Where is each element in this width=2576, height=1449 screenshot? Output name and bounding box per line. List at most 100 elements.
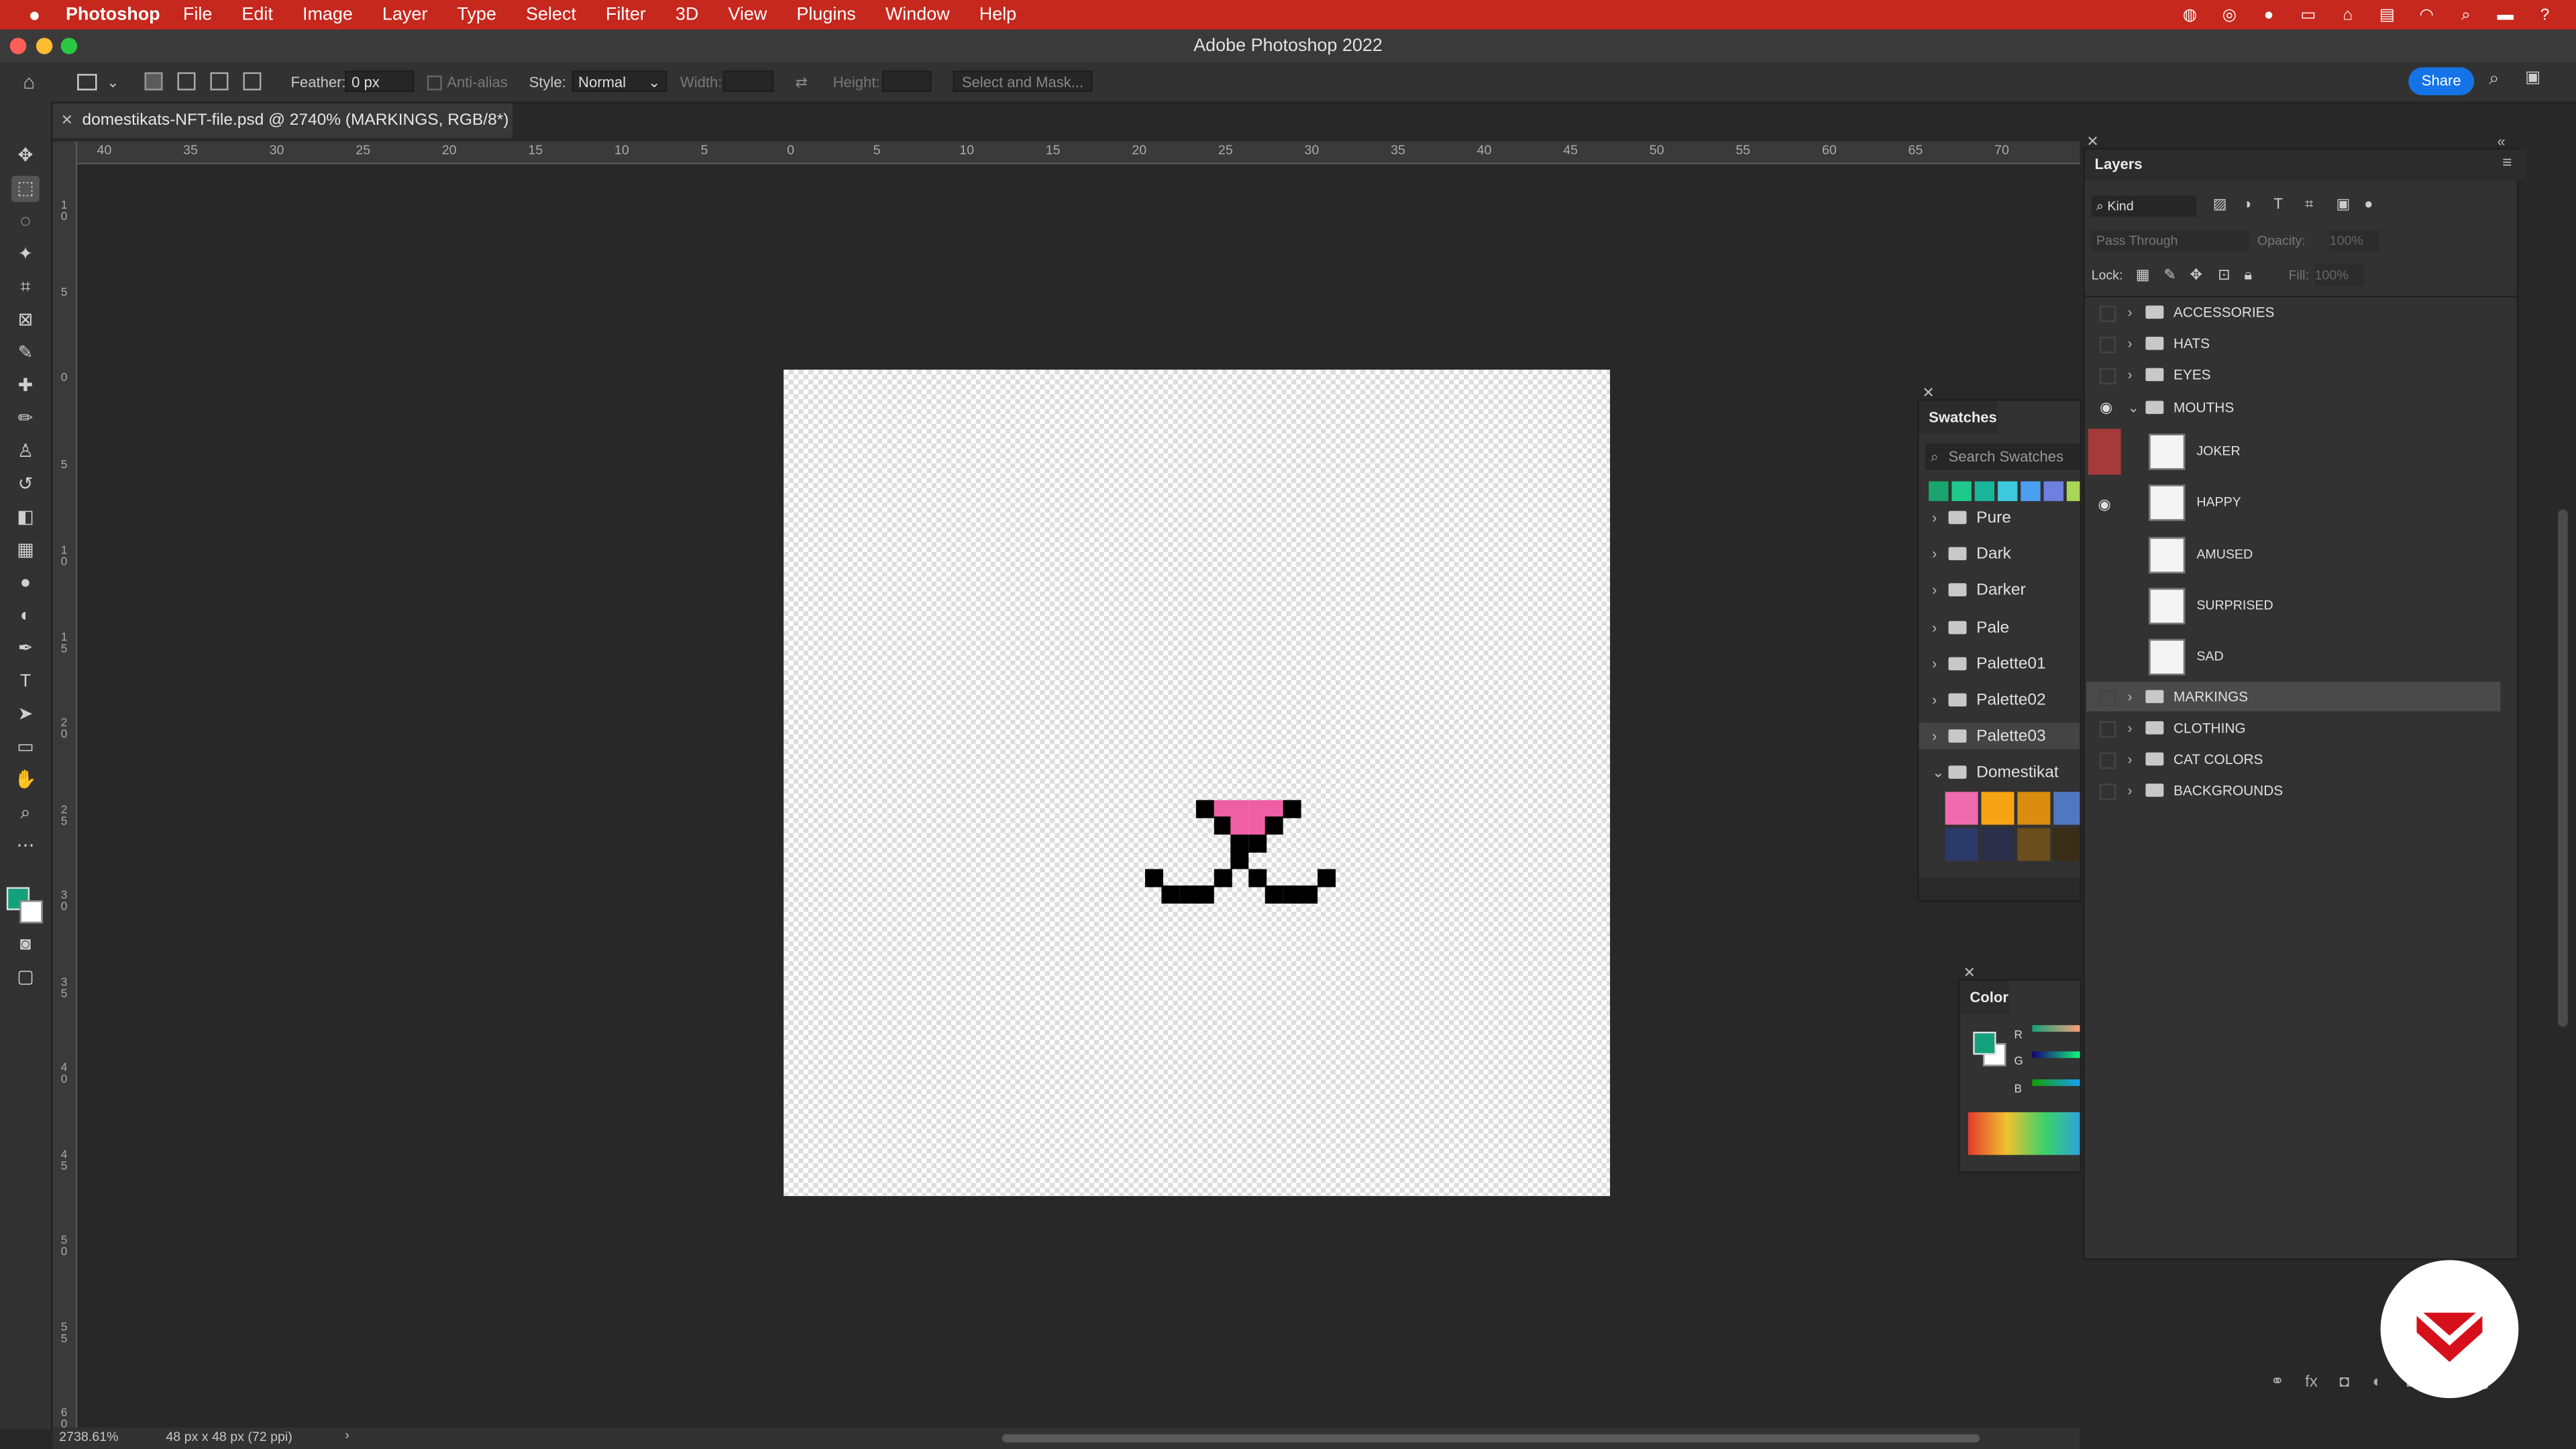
magic-wand-icon[interactable]: ✦ <box>11 241 40 268</box>
lock-position-icon[interactable]: ✥ <box>2190 266 2202 284</box>
eyedropper-icon[interactable]: ✎ <box>11 340 40 366</box>
swatch-group-pale[interactable]: › Pale <box>1932 614 2009 640</box>
menu-file[interactable]: File <box>183 5 212 24</box>
green-slider[interactable] <box>2032 1051 2080 1059</box>
brush-tool-icon[interactable]: ✏ <box>11 406 40 432</box>
add-mask-icon[interactable]: ◘ <box>2339 1373 2349 1391</box>
gradient-tool-icon[interactable]: ▦ <box>11 537 40 564</box>
move-tool-icon[interactable]: ✥ <box>11 143 40 169</box>
menu-filter[interactable]: Filter <box>606 5 646 24</box>
search-icon[interactable]: ⌕ <box>2489 69 2499 91</box>
chevron-icon[interactable]: › <box>2127 329 2132 358</box>
crop-tool-icon[interactable]: ⌗ <box>11 274 40 301</box>
lock-all-icon[interactable]: 🔒︎ <box>2244 266 2252 284</box>
chevron-icon[interactable]: › <box>2127 713 2132 743</box>
quick-mask-icon[interactable]: ◙ <box>11 932 40 958</box>
control-center-icon[interactable]: ▬ <box>2494 6 2517 24</box>
swatch-chip[interactable] <box>2053 792 2080 825</box>
layer-group-markings[interactable]: › MARKINGS <box>2086 681 2501 711</box>
clone-stamp-icon[interactable]: ♙ <box>11 439 40 465</box>
visibility-toggle[interactable] <box>2088 635 2121 681</box>
swatch-chip[interactable] <box>1981 792 2015 825</box>
layer-group-accessories[interactable]: › ACCESSORIES <box>2086 297 2500 327</box>
chevron-icon[interactable]: › <box>2127 776 2132 806</box>
keyboard-icon[interactable]: ▤ <box>2375 6 2398 24</box>
swatch-group-dark[interactable]: › Dark <box>1932 541 2011 567</box>
swatch-chip[interactable] <box>1945 828 1978 861</box>
horizontal-scrollbar[interactable] <box>1002 1434 1980 1443</box>
height-input[interactable] <box>882 70 932 93</box>
layer-surprised[interactable]: SURPRISED <box>2086 582 2500 631</box>
antialias-checkbox[interactable] <box>427 75 442 91</box>
red-slider[interactable] <box>2032 1025 2080 1032</box>
chevron-icon[interactable]: › <box>2127 360 2132 390</box>
lock-transparent-icon[interactable]: ▦ <box>2136 266 2150 284</box>
swatch-chip[interactable] <box>1929 481 1949 501</box>
screen-mode-icon[interactable]: ▢ <box>11 965 40 991</box>
visibility-toggle[interactable] <box>2099 368 2116 386</box>
pen-tool-icon[interactable]: ✒ <box>11 636 40 662</box>
layers-menu-icon[interactable]: ≡ <box>2502 154 2512 172</box>
layer-group-clothing[interactable]: › CLOTHING <box>2086 713 2500 743</box>
smart-object-filter-icon[interactable]: ▣ <box>2336 195 2350 213</box>
layer-amused[interactable]: AMUSED <box>2086 530 2500 579</box>
menu-layer[interactable]: Layer <box>382 5 427 24</box>
menu-type[interactable]: Type <box>457 5 496 24</box>
zoom-window-icon[interactable] <box>60 38 78 54</box>
wifi-icon[interactable]: ◠ <box>2415 6 2438 24</box>
blur-tool-icon[interactable]: ● <box>11 570 40 596</box>
color-title[interactable]: Color <box>1960 981 2008 1014</box>
background-color-swatch[interactable] <box>19 900 43 924</box>
preset-chevron-icon[interactable]: ⌄ <box>107 70 119 93</box>
swatch-group-darker[interactable]: › Darker <box>1932 578 2026 604</box>
swatch-group-palette01[interactable]: › Palette01 <box>1932 650 2046 676</box>
share-button[interactable]: Share <box>2408 67 2475 96</box>
filter-toggle-icon[interactable]: ● <box>2364 195 2373 211</box>
swatches-title[interactable]: Swatches <box>1919 400 1997 434</box>
layer-group-backgrounds[interactable]: › BACKGROUNDS <box>2086 776 2500 806</box>
chevron-icon[interactable]: › <box>2127 682 2132 711</box>
lock-image-icon[interactable]: ✎ <box>2163 266 2176 284</box>
creative-cloud-icon[interactable]: ◍ <box>2178 6 2201 24</box>
swatches-close-icon[interactable]: ✕ <box>1922 384 1934 402</box>
subtract-selection-icon[interactable] <box>210 72 229 91</box>
healing-brush-icon[interactable]: ✚ <box>11 373 40 399</box>
rectangle-tool-icon[interactable]: ▭ <box>11 735 40 761</box>
zoom-level[interactable]: 2738.61% <box>59 1430 118 1444</box>
layers-close-icon[interactable]: ✕ <box>2086 133 2098 151</box>
menu-plugins[interactable]: Plugins <box>796 5 855 24</box>
eraser-tool-icon[interactable]: ◧ <box>11 504 40 531</box>
visibility-toggle[interactable] <box>2099 784 2116 801</box>
close-window-icon[interactable] <box>9 38 27 54</box>
swatch-chip[interactable] <box>2017 792 2051 825</box>
layer-group-hats[interactable]: › HATS <box>2086 329 2500 358</box>
feather-input[interactable]: 0 px <box>345 70 415 93</box>
shape-filter-icon[interactable]: ⌗ <box>2305 195 2313 213</box>
swatch-chip[interactable] <box>2066 481 2080 501</box>
home-app-icon[interactable]: ⌂ <box>2336 6 2359 24</box>
visibility-toggle[interactable] <box>2088 428 2121 475</box>
layer-group-eyes[interactable]: › EYES <box>2086 360 2500 390</box>
rectangular-marquee-icon[interactable]: ⬚ <box>11 176 40 203</box>
fg-color-chip[interactable] <box>1973 1031 1996 1055</box>
swatches-search-input[interactable]: ⌕ Search Swatches <box>1925 443 2080 470</box>
lasso-tool-icon[interactable]: ◌ <box>11 209 40 235</box>
blue-slider[interactable] <box>2032 1079 2080 1086</box>
document-canvas[interactable] <box>784 370 1611 1196</box>
swatch-chip[interactable] <box>1945 792 1978 825</box>
color-close-icon[interactable]: ✕ <box>1964 965 1976 983</box>
panel-scrollbar[interactable] <box>2558 509 2568 1027</box>
swatch-chip[interactable] <box>1951 481 1972 501</box>
link-layers-icon[interactable]: ⚭ <box>2271 1373 2285 1391</box>
swatch-chip[interactable] <box>2021 481 2041 501</box>
swatch-chip[interactable] <box>1974 481 1995 501</box>
visibility-toggle[interactable] <box>2099 753 2116 769</box>
visibility-eye-icon[interactable]: ◉ <box>2096 392 2116 421</box>
chevron-icon[interactable]: › <box>2127 297 2132 327</box>
apple-icon[interactable]: ● <box>23 3 46 26</box>
layer-group-cat-colors[interactable]: › CAT COLORS <box>2086 745 2500 774</box>
swap-dimensions-icon[interactable]: ⇄ <box>795 70 807 93</box>
swatch-chip[interactable] <box>2043 481 2063 501</box>
fill-input[interactable]: 100% <box>2314 264 2365 286</box>
history-brush-icon[interactable]: ↺ <box>11 472 40 498</box>
